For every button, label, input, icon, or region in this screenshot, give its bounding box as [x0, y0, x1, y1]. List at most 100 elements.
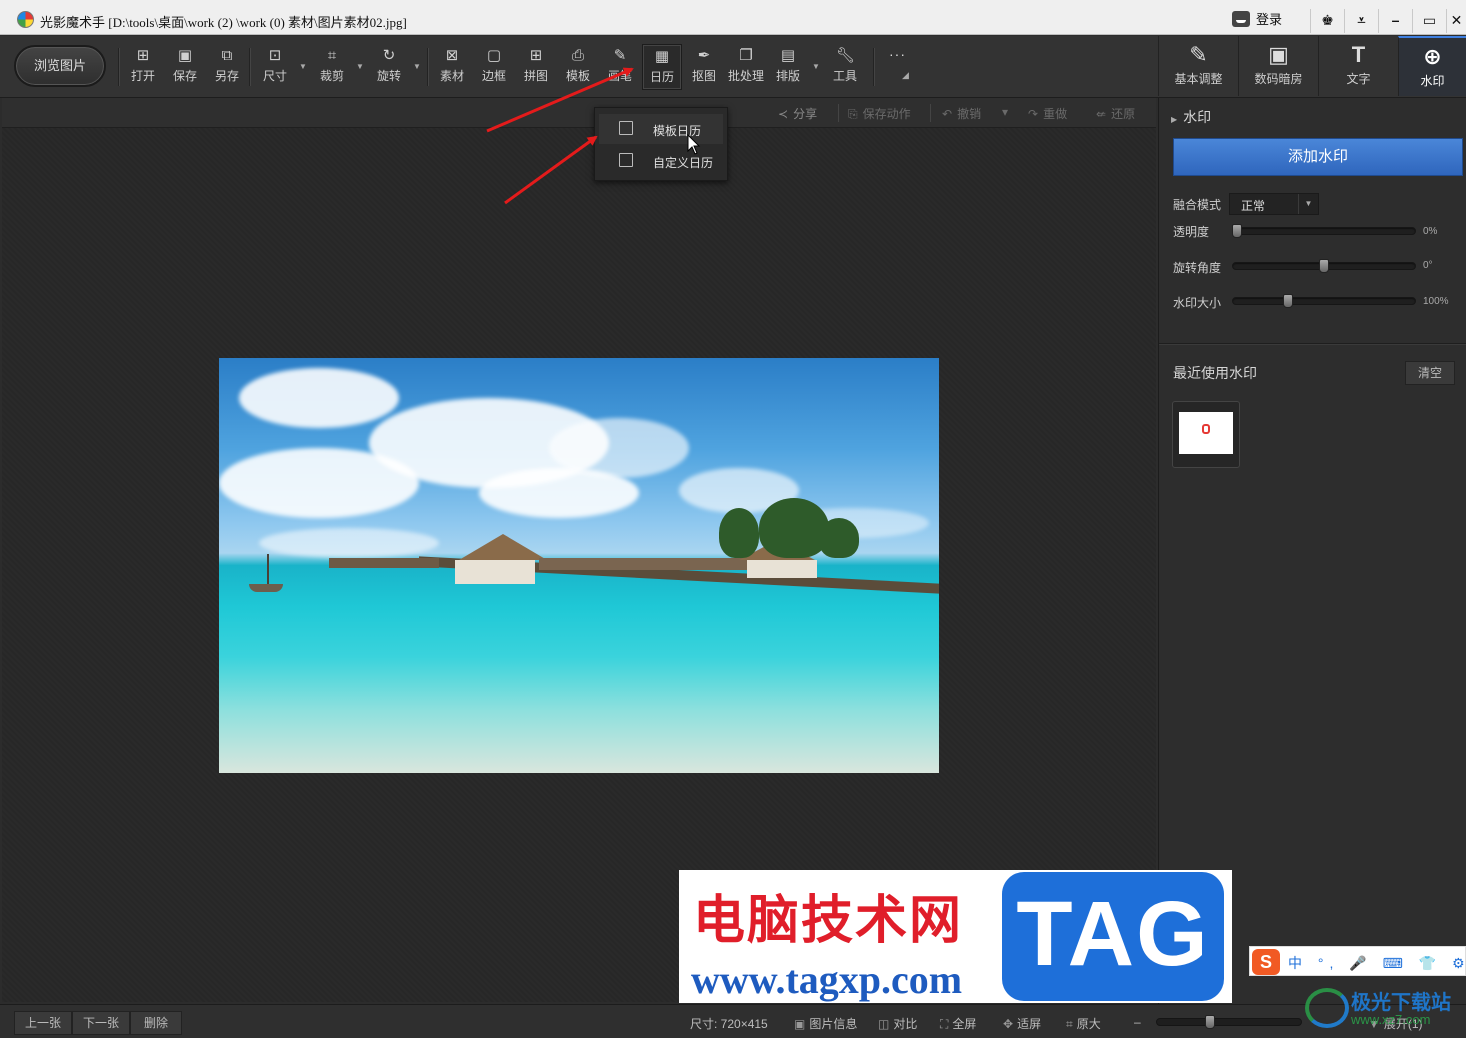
cloud [549, 418, 689, 478]
title-bar: 光影魔术手 [D:\tools\桌面\work (2) \work (0) 素材… [0, 0, 1466, 35]
tab-digital-darkroom[interactable]: ▣ 数码暗房 [1238, 36, 1318, 96]
clear-button[interactable]: 清空 [1405, 361, 1455, 385]
crop-dropdown-icon[interactable]: ▼ [356, 62, 364, 71]
border-label: 边框 [481, 69, 506, 83]
brush-button[interactable]: ✎ 画笔 [600, 44, 640, 90]
palm-tree [819, 518, 859, 558]
skin-button[interactable]: ♚ [1310, 9, 1344, 33]
minimize-button[interactable]: – [1378, 9, 1412, 33]
banner-chinese-text: 电脑技术网 [693, 890, 964, 951]
fullscreen-button[interactable]: ⛶ 全屏 [940, 1015, 976, 1032]
share-button[interactable]: ≺ 分享 [778, 105, 817, 122]
menu-item-custom-calendar[interactable]: 自定义日历 [599, 146, 723, 176]
maximize-button[interactable]: ▭ [1412, 9, 1446, 33]
opacity-slider[interactable] [1231, 224, 1416, 238]
tab-label: 数码暗房 [1254, 72, 1303, 86]
site-logo-url: www.xz7.com [1351, 1012, 1431, 1027]
recent-watermark-thumbnail[interactable] [1172, 401, 1240, 468]
tab-label: 文字 [1346, 72, 1371, 86]
size-slider-knob[interactable] [1282, 294, 1293, 308]
close-button[interactable]: ✕ [1446, 9, 1466, 33]
save-label: 保存 [172, 69, 197, 83]
rotate-button[interactable]: ↻ 旋转 [369, 44, 409, 90]
tab-label: 基本调整 [1174, 72, 1223, 86]
menu-button[interactable]: ⩡ [1344, 9, 1378, 33]
more-expand-icon[interactable]: ◢ [902, 70, 909, 81]
template-button[interactable]: ⎙ 模板 [558, 44, 598, 90]
crop-button[interactable]: ⌗ 裁剪 [312, 44, 352, 90]
cutout-button[interactable]: ✒ 抠图 [684, 44, 724, 90]
material-label: 素材 [439, 69, 464, 83]
edited-photo[interactable] [219, 358, 939, 773]
image-info-button[interactable]: ▣ 图片信息 [794, 1015, 857, 1032]
tab-basic-adjust[interactable]: ✎ 基本调整 [1158, 36, 1238, 96]
restore-icon: ⇍ [1096, 107, 1107, 121]
batch-icon: ❐ [739, 47, 753, 64]
save-as-button[interactable]: ⧉ 另存 [207, 44, 247, 90]
login-button[interactable]: 登录 [1232, 9, 1282, 28]
restore-button[interactable]: ⇍ 还原 [1096, 105, 1135, 122]
undo-button[interactable]: ↶ 撤销 [942, 105, 981, 122]
collage-label: 拼图 [523, 69, 548, 83]
section-title[interactable]: ▶ 水印 [1171, 107, 1211, 127]
original-size-button[interactable]: ⌗ 原大 [1066, 1015, 1101, 1032]
add-watermark-button[interactable]: 添加水印 [1173, 138, 1463, 176]
delete-button[interactable]: 删除 [130, 1011, 182, 1035]
size-dropdown-icon[interactable]: ▼ [299, 62, 307, 71]
image-size: 尺寸: 720×415 [690, 1015, 768, 1032]
zoom-slider-knob[interactable] [1204, 1015, 1215, 1029]
tab-text[interactable]: T 文字 [1318, 36, 1398, 96]
layout-button[interactable]: ▤ 排版 [768, 44, 808, 90]
share-label: 分享 [793, 107, 818, 121]
rotation-slider[interactable] [1232, 259, 1416, 273]
status-bar: 上一张 下一张 删除 尺寸: 720×415 ▣ 图片信息 ◫ 对比 ⛶ 全屏 ✥ 适屏… [0, 1004, 1466, 1038]
rotation-slider-knob[interactable] [1319, 259, 1329, 273]
saveas-label: 另存 [214, 69, 239, 83]
zoom-out-button[interactable]: – [1134, 1015, 1141, 1029]
material-button[interactable]: ⊠ 素材 [432, 44, 472, 90]
next-button[interactable]: 下一张 [72, 1011, 130, 1035]
restore-label: 还原 [1111, 107, 1136, 121]
image-size-value: 720×415 [720, 1017, 768, 1031]
template-calendar-icon [619, 121, 633, 135]
layout-dropdown-icon[interactable]: ▼ [812, 62, 820, 71]
collage-button[interactable]: ⊞ 拼图 [516, 44, 556, 90]
right-panel-tabs: ✎ 基本调整 ▣ 数码暗房 T 文字 ⊕ 水印 [1158, 36, 1466, 98]
tools-button[interactable]: 🔧︎ 工具 [825, 44, 865, 90]
border-button[interactable]: ▢ 边框 [474, 44, 514, 90]
tab-watermark[interactable]: ⊕ 水印 [1398, 36, 1466, 96]
save-button[interactable]: ▣ 保存 [165, 44, 205, 90]
opacity-slider-knob[interactable] [1231, 224, 1242, 238]
app-logo-icon [17, 11, 34, 28]
image-info-label: 图片信息 [809, 1017, 858, 1031]
fit-icon: ✥ [1003, 1017, 1014, 1031]
rotate-dropdown-icon[interactable]: ▼ [413, 62, 421, 71]
wrench-icon: 🔧︎ [836, 47, 856, 64]
panel-divider [1159, 343, 1466, 344]
fit-label: 适屏 [1017, 1017, 1042, 1031]
site-watermark-banner: 电脑技术网 www.tagxp.com TAG [679, 870, 1232, 1003]
menu-item-label: 模板日历 [653, 124, 702, 138]
redo-button[interactable]: ↷ 重做 [1028, 105, 1067, 122]
calendar-button[interactable]: ▦ 日历 [642, 44, 682, 90]
size-button[interactable]: ⊡ 尺寸 [255, 44, 295, 90]
batch-button[interactable]: ❐ 批处理 [725, 44, 767, 90]
undo-dropdown-icon[interactable]: ▾ [1002, 105, 1008, 119]
open-button[interactable]: ⊞ 打开 [123, 44, 163, 90]
menu-item-template-calendar[interactable]: 模板日历 [599, 114, 723, 144]
compare-label: 对比 [893, 1017, 918, 1031]
previous-button[interactable]: 上一张 [14, 1011, 72, 1035]
calendar-icon: ▦ [654, 48, 670, 65]
boat [249, 584, 283, 592]
blend-mode-select[interactable]: 正常 ▼ [1229, 193, 1319, 215]
ime-items: 中 °, 🎤 ⌨ 👕 ⚙ [1288, 955, 1466, 971]
size-slider[interactable] [1232, 294, 1416, 308]
save-action-button[interactable]: ⎘ 保存动作 [848, 105, 911, 122]
fit-screen-button[interactable]: ✥ 适屏 [1003, 1015, 1041, 1032]
toolbar-divider [249, 48, 250, 86]
zoom-slider[interactable] [1156, 1015, 1302, 1029]
more-button[interactable]: ··· [889, 46, 906, 62]
browse-images-button[interactable]: 浏览图片 [14, 45, 106, 87]
ime-toolbar[interactable]: S 中 °, 🎤 ⌨ 👕 ⚙ [1249, 946, 1466, 976]
compare-button[interactable]: ◫ 对比 [878, 1015, 917, 1032]
